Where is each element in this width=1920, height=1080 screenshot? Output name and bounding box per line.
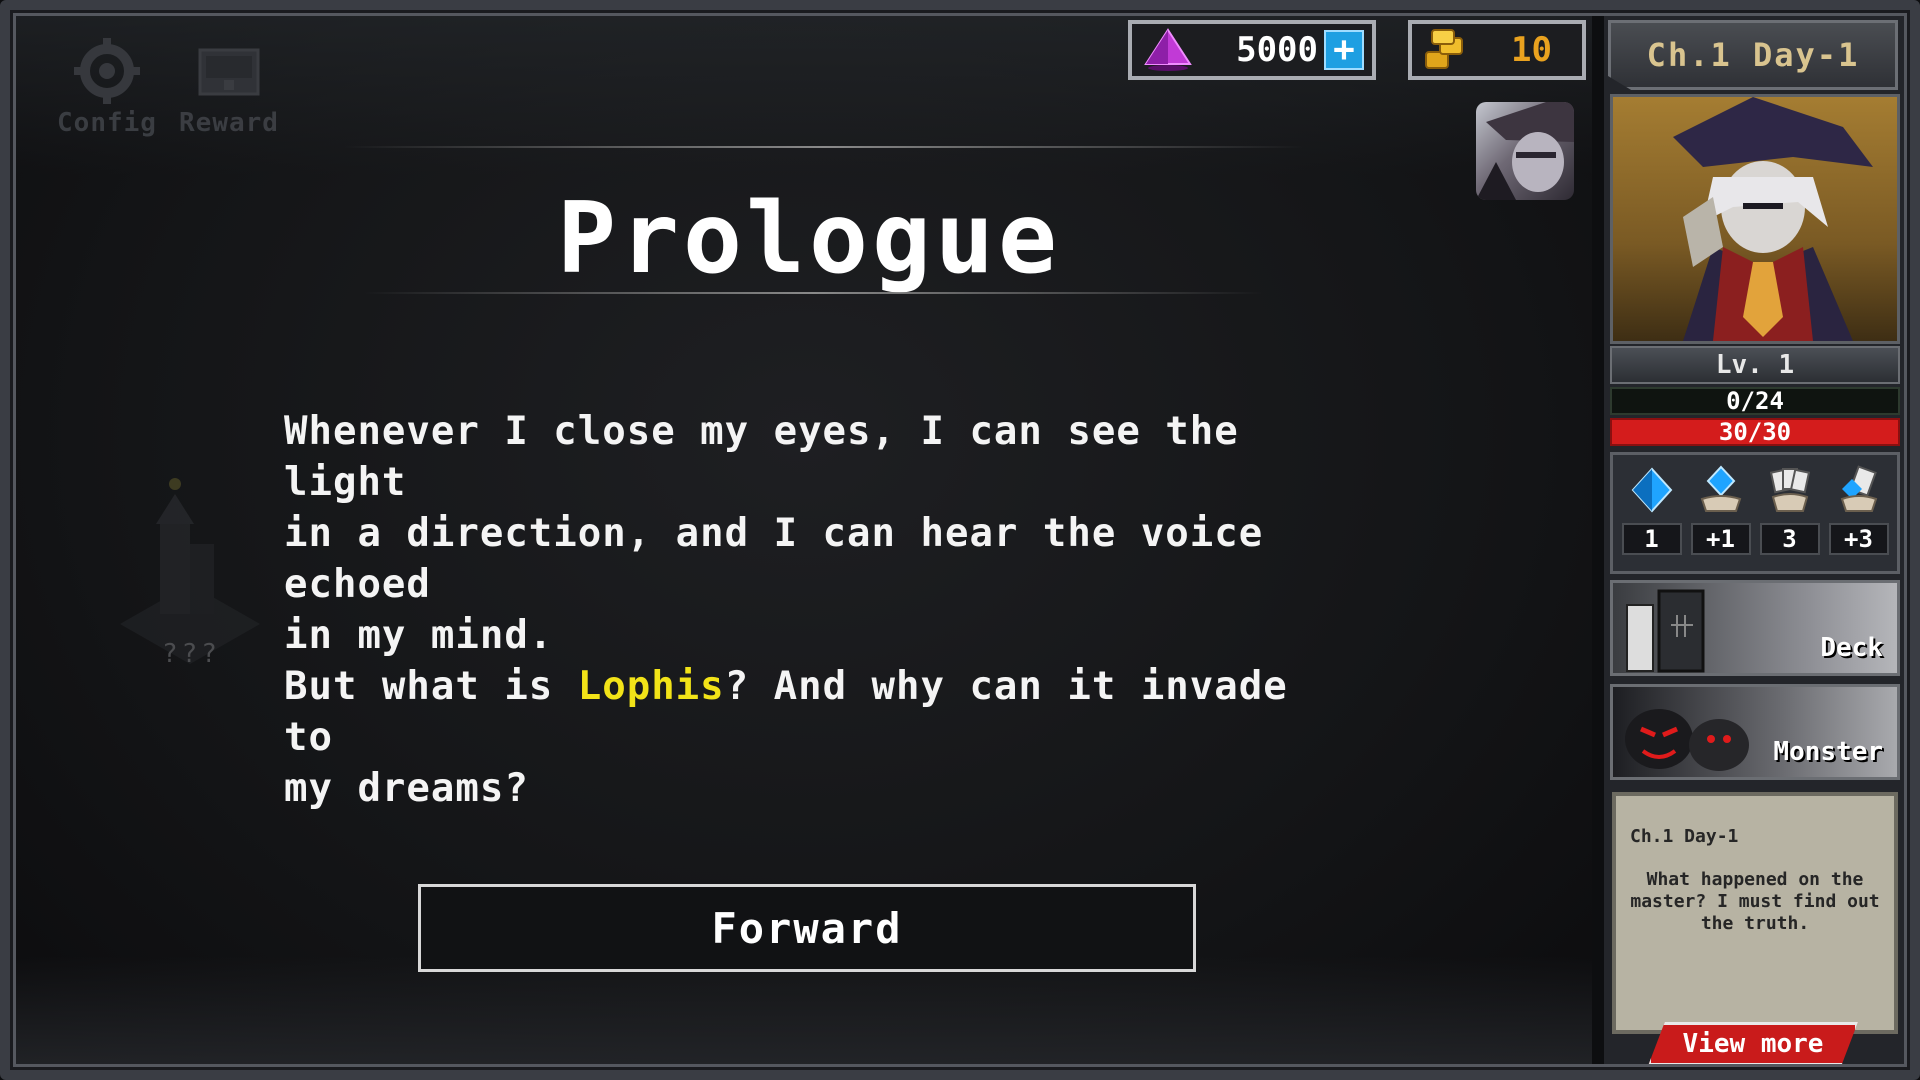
gem-icon	[1144, 28, 1192, 71]
monster-button[interactable]: Monster	[1610, 684, 1900, 780]
hero-character-icon	[1673, 97, 1873, 341]
gem-counter: 5000 +	[1128, 20, 1376, 80]
gold-coins-icon	[1425, 29, 1463, 69]
deck-button[interactable]: Deck	[1610, 580, 1900, 676]
quest-description: What happened on the master? I must find…	[1630, 869, 1880, 934]
forward-button[interactable]: Forward	[418, 884, 1196, 972]
monster-label: Monster	[1773, 737, 1883, 767]
side-panel: Ch.1 Day-1 Lv. 1 0/24 30/30 1 +1 3 +3 De…	[1604, 14, 1906, 1066]
chapter-tab: Ch.1 Day-1	[1608, 20, 1898, 90]
resource-value: +3	[1828, 523, 1889, 555]
resource-item: +1	[1690, 459, 1752, 567]
resource-item: 3	[1759, 459, 1821, 567]
gem-value: 5000	[1236, 30, 1318, 70]
deck-label: Deck	[1820, 633, 1883, 663]
exp-bar: 0/24	[1610, 387, 1900, 415]
companion-avatar-icon	[1476, 102, 1574, 200]
card-draw-icon	[1840, 465, 1877, 512]
config-button[interactable]: Config	[52, 36, 162, 146]
level-indicator: Lv. 1	[1610, 346, 1900, 384]
resource-value: 3	[1759, 523, 1820, 555]
monster-icon	[1625, 709, 1749, 771]
treasure-chest-icon	[198, 48, 260, 96]
resource-item: 1	[1621, 459, 1683, 567]
gold-value: 10	[1511, 30, 1552, 70]
config-label: Config	[57, 108, 157, 138]
hand-crystal-icon	[1700, 465, 1741, 512]
reward-label: Reward	[179, 108, 279, 138]
reward-button[interactable]: Reward	[174, 36, 284, 146]
title-divider-bottom	[364, 292, 1264, 294]
cards-in-hand-icon	[1769, 468, 1810, 512]
view-more-button[interactable]: View more	[1648, 1022, 1858, 1066]
hp-value: 30/30	[1718, 418, 1792, 446]
dialog-title: Prologue	[556, 182, 1061, 296]
hero-portrait[interactable]	[1610, 94, 1900, 344]
add-gems-button[interactable]: +	[1324, 30, 1364, 70]
lophis-highlight: Lophis	[577, 664, 725, 709]
resource-value: 1	[1621, 523, 1682, 555]
title-divider-top	[344, 146, 1304, 148]
quest-title: Ch.1 Day-1	[1630, 826, 1739, 847]
hp-bar: 30/30	[1610, 418, 1900, 446]
resource-value: +1	[1690, 523, 1751, 555]
gold-counter: 10	[1408, 20, 1586, 80]
main-area: Config Reward Prologue ??? Whenever I cl…	[14, 14, 1592, 1066]
locked-location-label: ???	[162, 639, 221, 669]
companion-portrait[interactable]	[1476, 102, 1574, 200]
exp-value: 0/24	[1726, 387, 1784, 415]
gear-icon	[74, 38, 140, 104]
resource-panel: 1 +1 3 +3	[1610, 452, 1900, 574]
quest-note: Ch.1 Day-1 What happened on the master? …	[1612, 792, 1898, 1034]
blue-crystal-icon	[1631, 467, 1672, 513]
deck-icon	[1626, 589, 1705, 673]
resource-item: +3	[1828, 459, 1890, 567]
background-bottom-decoration	[14, 956, 1592, 1066]
dialog-text: Whenever I close my eyes, I can see the …	[284, 406, 1354, 814]
